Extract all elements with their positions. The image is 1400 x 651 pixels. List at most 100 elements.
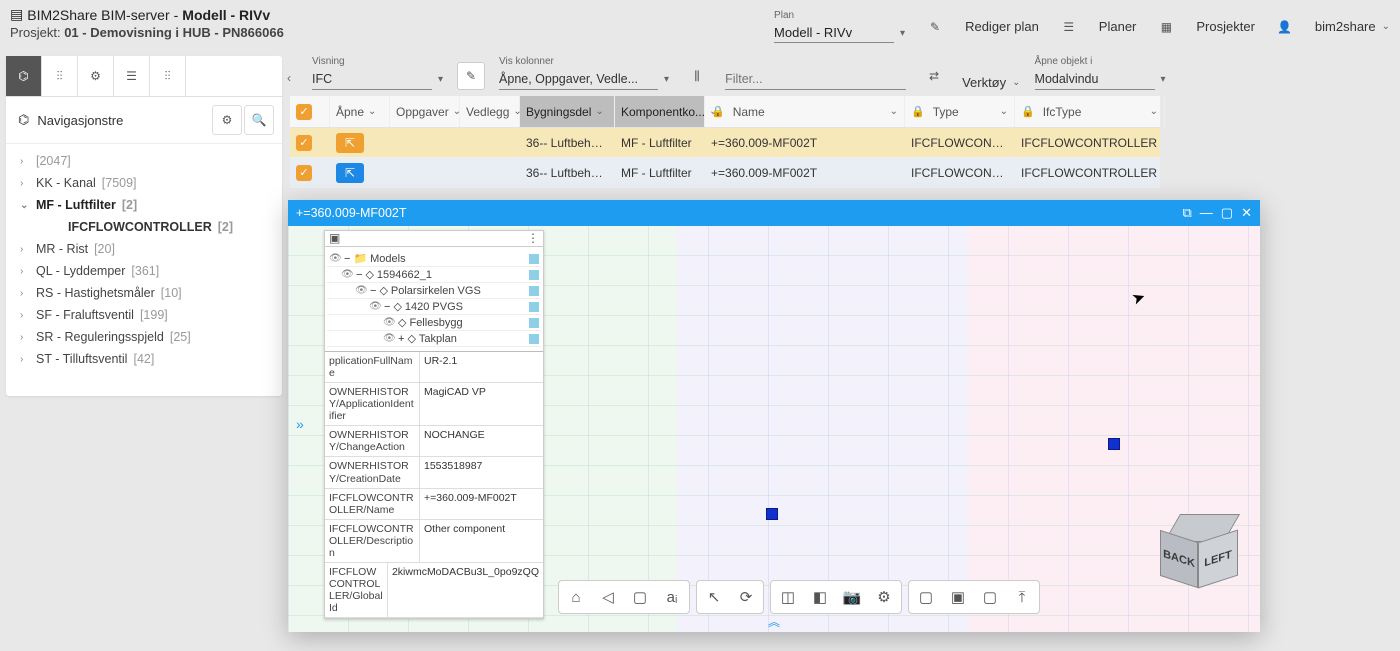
tree-item[interactable]: ›KK - Kanal [7509] — [10, 172, 278, 194]
plus-icon[interactable]: + — [398, 333, 404, 345]
tree-leaf[interactable]: IFCFLOWCONTROLLER [2] — [10, 216, 278, 238]
pointer-icon[interactable]: ↖ — [700, 584, 728, 610]
edit-plan-link[interactable]: Rediger plan — [965, 19, 1039, 34]
camera-icon[interactable]: 📷 — [838, 584, 866, 610]
tree-item[interactable]: ›ST - Tilluftsventil [42] — [10, 348, 278, 370]
selected-object-marker[interactable] — [1108, 438, 1120, 450]
eye-icon[interactable]: 👁 — [355, 285, 367, 296]
th-komponentkode[interactable]: Komponentko...⌄ — [615, 96, 705, 127]
tab-stats[interactable]: ⫶⫶ — [150, 56, 186, 96]
eye-icon[interactable]: 👁 — [341, 269, 353, 280]
tab-chart[interactable]: ⫶⫶ — [42, 56, 78, 96]
clip1-icon[interactable]: ▢ — [912, 584, 940, 610]
plan-select[interactable]: Modell - RIVv — [774, 23, 894, 43]
search-button[interactable]: 🔍 — [244, 105, 274, 135]
open-icon[interactable]: ⇱ — [336, 133, 364, 153]
chevron-down-icon[interactable]: ▾ — [900, 28, 905, 39]
row-check[interactable]: ✓ — [296, 165, 312, 181]
user-icon[interactable]: 👤 — [1273, 15, 1297, 39]
minus-icon[interactable]: − — [370, 285, 376, 297]
list-icon[interactable]: ☰ — [1057, 15, 1081, 39]
collapse-sidebar[interactable]: ‹ — [280, 64, 298, 92]
modal-titlebar[interactable]: +=360.009-MF002T ⧉ — ▢ ✕ — [288, 200, 1260, 226]
check-all[interactable]: ✓ — [296, 104, 312, 120]
grid-icon[interactable]: ▦ — [1154, 15, 1178, 39]
orbit-icon[interactable]: ⟳ — [732, 584, 760, 610]
table-row[interactable]: ✓ ⇱ 36-- Luftbehandling MF - Luftfilter … — [290, 128, 1160, 158]
tools-menu[interactable]: Verktøy⌄ — [962, 75, 1020, 90]
box-icon[interactable]: ◫ — [774, 584, 802, 610]
th-vedlegg[interactable]: Vedlegg⌄ — [460, 96, 520, 127]
th-check[interactable]: ✓ — [290, 96, 330, 127]
selected-object-marker[interactable] — [766, 508, 778, 520]
eye-icon[interactable]: 👁 — [383, 317, 395, 328]
plans-link[interactable]: Planer — [1099, 19, 1137, 34]
filter-input[interactable] — [725, 69, 906, 90]
minus-icon[interactable]: − — [344, 253, 350, 265]
minus-icon[interactable]: − — [384, 301, 390, 313]
drag-icon[interactable]: ▣ — [329, 231, 340, 246]
tree-item[interactable]: ›RS - Hastighetsmåler [10] — [10, 282, 278, 304]
open-icon[interactable]: ⇱ — [336, 163, 364, 183]
tree-item[interactable]: ›QL - Lyddemper [361] — [10, 260, 278, 282]
visning-select[interactable]: IFC — [312, 69, 432, 90]
columns-icon[interactable]: ⫼ — [683, 62, 711, 90]
close-icon[interactable]: ✕ — [1241, 205, 1252, 221]
tree-item-selected[interactable]: ⌄MF - Luftfilter [2] — [10, 194, 278, 216]
view-cube[interactable]: BACK LEFT — [1160, 514, 1238, 584]
row-check[interactable]: ✓ — [296, 135, 312, 151]
tab-settings[interactable]: ⚙ — [78, 56, 114, 96]
cube-icon[interactable]: ▢ — [626, 584, 654, 610]
upload-icon[interactable]: ⤒ — [1008, 584, 1036, 610]
search-text-icon[interactable]: aᵢ — [658, 584, 686, 610]
model-tree-row[interactable]: 👁−◇1420 PVGS — [327, 299, 541, 315]
table-row[interactable]: ✓ ⇱ 36-- Luftbehandling MF - Luftfilter … — [290, 158, 1160, 188]
th-bygningsdel[interactable]: Bygningsdel⌄ — [520, 96, 615, 127]
menu-icon[interactable]: ⋮ — [527, 231, 539, 246]
home-icon[interactable]: ⌂ — [562, 584, 590, 610]
gear-icon[interactable]: ⚙ — [870, 584, 898, 610]
maximize-icon[interactable]: ▢ — [1221, 205, 1233, 221]
popout-icon[interactable]: ⧉ — [1183, 205, 1192, 221]
tree-item[interactable]: ›[2047] — [10, 150, 278, 172]
chevron-down-icon[interactable]: ▾ — [438, 74, 443, 85]
tab-list[interactable]: ☰ — [114, 56, 150, 96]
model-tree-row[interactable]: 👁◇Fellesbygg — [327, 315, 541, 331]
edit-icon[interactable]: ✎ — [923, 15, 947, 39]
eye-icon[interactable]: 👁 — [369, 301, 381, 312]
viskol-select[interactable]: Åpne, Oppgaver, Vedle... — [499, 69, 658, 90]
edit-view-button[interactable]: ✎ — [457, 62, 485, 90]
clip3-icon[interactable]: ▢ — [976, 584, 1004, 610]
th-type[interactable]: 🔒Type⌄ — [905, 96, 1015, 127]
expand-panel[interactable]: » — [296, 416, 304, 432]
tree-label: QL - Lyddemper — [36, 264, 125, 278]
tree-item[interactable]: ›MR - Rist [20] — [10, 238, 278, 260]
filter-clear-icon[interactable]: ⇄ — [920, 62, 948, 90]
project-prefix: Prosjekt: — [10, 25, 64, 40]
model-tree-row[interactable]: 👁+◇Takplan — [327, 331, 541, 347]
model-tree-row[interactable]: 👁−📁Models — [327, 251, 541, 267]
collapse-modal[interactable]: ︽ — [768, 613, 780, 630]
user-menu[interactable]: bim2share ⌄ — [1315, 19, 1390, 34]
minus-icon[interactable]: − — [356, 269, 362, 281]
th-name[interactable]: 🔒Name⌄ — [705, 96, 905, 127]
model-tree-row[interactable]: 👁−◇1594662_1 — [327, 267, 541, 283]
tree-item[interactable]: ›SF - Fraluftsventil [199] — [10, 304, 278, 326]
th-apne[interactable]: Åpne⌄ — [330, 96, 390, 127]
chevron-down-icon[interactable]: ▾ — [1161, 74, 1166, 85]
open-in-select[interactable]: Modalvindu — [1035, 69, 1155, 90]
model-tree-row[interactable]: 👁−◇Polarsirkelen VGS — [327, 283, 541, 299]
chevron-down-icon[interactable]: ▾ — [664, 74, 669, 85]
th-ifctype[interactable]: 🔒IfcType⌄ — [1015, 96, 1165, 127]
section-icon[interactable]: ◧ — [806, 584, 834, 610]
th-oppgaver[interactable]: Oppgaver⌄ — [390, 96, 460, 127]
eye-icon[interactable]: 👁 — [383, 333, 395, 344]
back-icon[interactable]: ◁ — [594, 584, 622, 610]
tree-item[interactable]: ›SR - Reguleringsspjeld [25] — [10, 326, 278, 348]
tab-tree[interactable]: ⌬ — [6, 56, 42, 96]
gear-button[interactable]: ⚙ — [212, 105, 242, 135]
clip2-icon[interactable]: ▣ — [944, 584, 972, 610]
projects-link[interactable]: Prosjekter — [1196, 19, 1255, 34]
eye-icon[interactable]: 👁 — [329, 253, 341, 264]
minimize-icon[interactable]: — — [1200, 205, 1213, 221]
